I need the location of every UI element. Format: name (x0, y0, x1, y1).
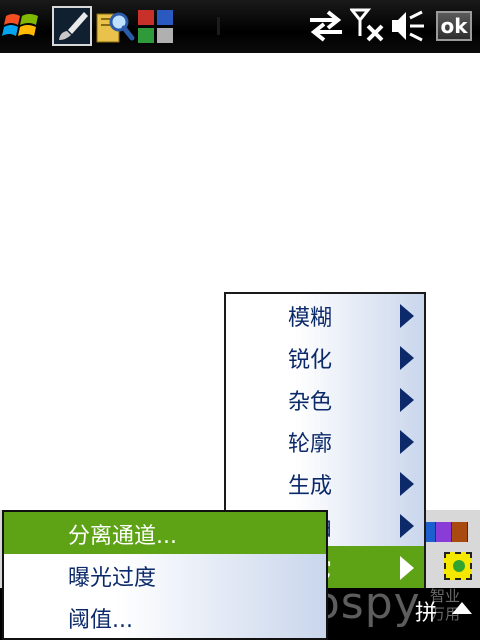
taskbar: ok (0, 0, 480, 53)
color-palette[interactable] (420, 522, 468, 542)
other-submenu: 分离通道... 曝光过度 阈值... (2, 510, 328, 640)
submenu-arrow-icon (400, 472, 414, 496)
brush-icon[interactable] (52, 6, 92, 46)
submenu-arrow-icon (400, 556, 414, 580)
submenu-item-label: 分离通道... (68, 524, 177, 549)
input-method-up-arrow-icon[interactable] (452, 602, 472, 614)
submenu-item-label: 曝光过度 (68, 566, 157, 591)
windows-start-icon[interactable] (2, 6, 42, 46)
submenu-arrow-icon (400, 430, 414, 454)
submenu-item-threshold[interactable]: 阈值... (4, 596, 326, 638)
menu-item-blur[interactable]: 模糊 (226, 294, 424, 336)
menu-item-label: 锐化 (288, 348, 333, 373)
signal-off-icon[interactable] (350, 8, 386, 44)
volume-muted-icon[interactable] (390, 8, 426, 44)
submenu-item-solarize[interactable]: 曝光过度 (4, 554, 326, 596)
ok-button[interactable]: ok (436, 11, 472, 41)
menu-item-noise[interactable]: 杂色 (226, 378, 424, 420)
separator (217, 17, 220, 35)
submenu-arrow-icon (400, 514, 414, 538)
color-grid-icon[interactable] (136, 6, 176, 46)
submenu-arrow-icon (400, 304, 414, 328)
submenu-item-label: 阈值... (68, 608, 133, 633)
submenu-arrow-icon (400, 346, 414, 370)
palette-swatch[interactable] (452, 522, 468, 542)
menu-item-label: 模糊 (288, 306, 333, 331)
menu-item-label: 生成 (288, 474, 333, 499)
palette-swatch[interactable] (436, 522, 452, 542)
menu-item-label: 杂色 (288, 390, 333, 415)
sync-icon[interactable] (306, 8, 346, 44)
menu-item-sharpen[interactable]: 锐化 (226, 336, 424, 378)
submenu-item-split-channels[interactable]: 分离通道... (4, 512, 326, 554)
search-icon[interactable] (95, 6, 135, 46)
menu-item-generate[interactable]: 生成 (226, 462, 424, 504)
input-method-label[interactable]: 拼 (415, 595, 437, 627)
selection-tool-icon[interactable] (444, 552, 472, 580)
menu-item-outline[interactable]: 轮廓 (226, 420, 424, 462)
submenu-arrow-icon (400, 388, 414, 412)
menu-item-label: 轮廓 (288, 432, 333, 457)
